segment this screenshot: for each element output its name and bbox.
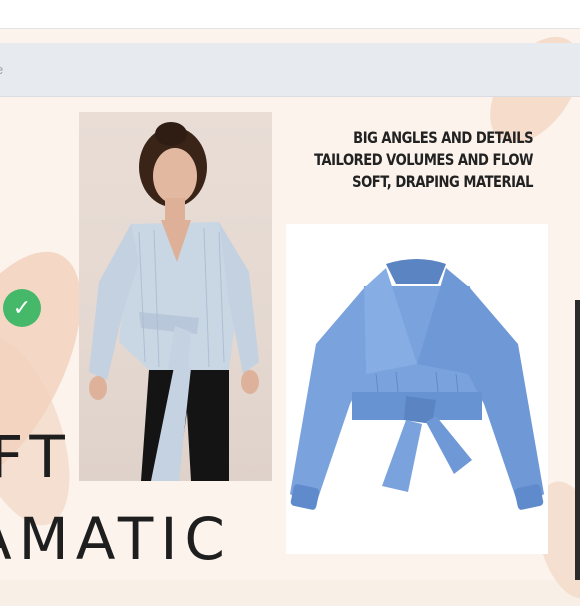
title-line-1: FT — [0, 423, 72, 491]
title-line-2: AMATIC — [0, 505, 232, 573]
blouse-illustration — [290, 259, 544, 510]
styling-tips: BIG ANGLES AND DETAILS TAILORED VOLUMES … — [314, 127, 533, 193]
tip-line: TAILORED VOLUMES AND FLOW — [314, 150, 533, 169]
address-bar[interactable]: e — [0, 43, 580, 97]
browser-topbar — [0, 0, 580, 29]
check-glyph: ✓ — [12, 295, 32, 320]
tip-line: BIG ANGLES AND DETAILS — [353, 128, 533, 147]
address-bar-text: e — [0, 62, 3, 77]
tip-line: SOFT, DRAPING MATERIAL — [352, 172, 533, 191]
check-icon: ✓ — [3, 289, 41, 327]
model-photo — [79, 112, 272, 481]
blouse-product-photo — [286, 224, 548, 554]
model-illustration — [89, 122, 259, 481]
adjacent-slide-edge — [575, 300, 580, 580]
